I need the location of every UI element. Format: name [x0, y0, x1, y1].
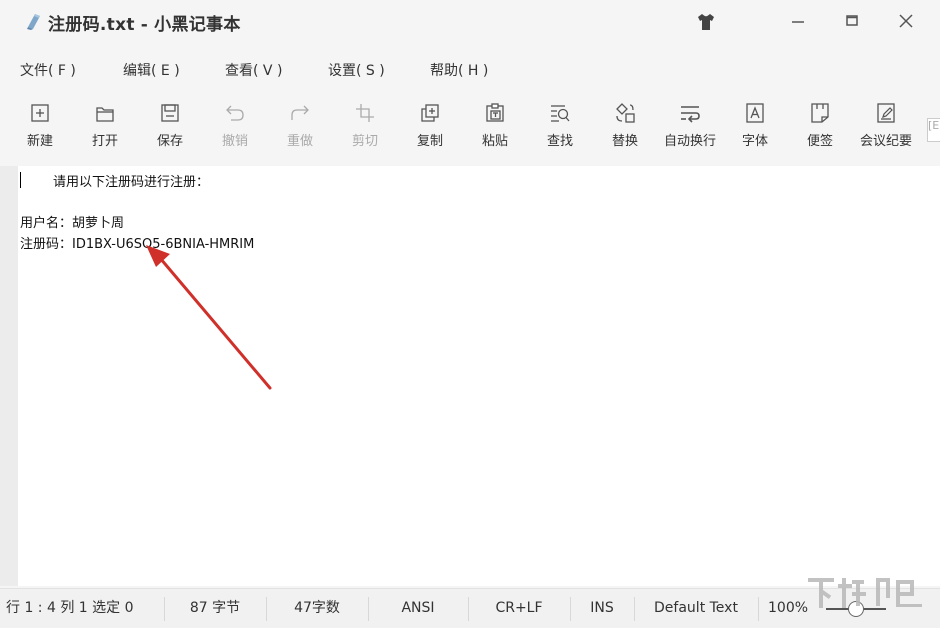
word-wrap-button[interactable]: 自动换行 [656, 102, 724, 158]
save-button[interactable]: 保存 [141, 102, 199, 158]
menu-view[interactable]: 查看( V ) [225, 60, 282, 80]
folder-open-icon [96, 107, 114, 122]
word-wrap-icon [681, 106, 700, 123]
sticky-note-icon [811, 103, 829, 123]
save-button-label: 保存 [156, 134, 183, 149]
font-button[interactable]: 字体 [726, 102, 784, 158]
find-button[interactable]: 查找 [531, 102, 589, 158]
menu-file[interactable]: 文件( F ) [20, 60, 76, 80]
menu-edit[interactable]: 编辑( E ) [123, 60, 180, 80]
title-app-name: 小黑记事本 [154, 15, 241, 35]
toolbar-overflow[interactable]: [E [927, 118, 940, 142]
open-button-label: 打开 [91, 134, 118, 149]
meeting-notes-icon [877, 103, 895, 123]
find-button-label: 查找 [546, 134, 573, 149]
title-filename: 注册码.txt [48, 15, 135, 35]
new-file-icon [31, 104, 49, 122]
meeting-notes-button[interactable]: 会议纪要 [854, 102, 918, 158]
find-icon [551, 105, 570, 122]
copy-button[interactable]: 复制 [401, 102, 459, 158]
window-title: 注册码.txt - 小黑记事本 [48, 10, 241, 35]
save-icon [161, 104, 179, 122]
skin-tshirt-icon[interactable] [694, 10, 718, 34]
notepad-app-icon [27, 14, 40, 30]
status-char-count: 47字数 [294, 600, 340, 616]
sticky-note-button[interactable]: 便签 [791, 102, 849, 158]
maximize-icon[interactable] [838, 8, 866, 34]
new-button[interactable]: 新建 [11, 102, 69, 158]
menu-settings[interactable]: 设置( S ) [328, 60, 385, 80]
paste-icon [486, 103, 504, 122]
new-button-label: 新建 [26, 134, 53, 149]
minimize-icon[interactable] [784, 8, 812, 34]
status-divider [758, 597, 759, 621]
sticky-note-button-label: 便签 [806, 134, 833, 149]
paste-button[interactable]: 粘贴 [466, 102, 524, 158]
crop-cut-icon [356, 104, 374, 122]
document-line-3: 用户名：胡萝卜周 [20, 216, 125, 231]
cut-button[interactable]: 剪切 [336, 102, 394, 158]
paste-button-label: 粘贴 [481, 134, 508, 149]
toolbar: 新建 打开 保存 撤销 重做 剪切 复制 粘贴 查找 替换 自动换行 字体 便签… [0, 98, 940, 162]
text-editor[interactable] [18, 166, 940, 586]
watermark-logo [808, 578, 922, 608]
copy-icon [421, 104, 439, 122]
status-syntax[interactable]: Default Text [635, 589, 757, 628]
status-encoding[interactable]: ANSI [369, 589, 467, 628]
redo-button[interactable]: 重做 [271, 102, 329, 158]
document-line-1: 请用以下注册码进行注册： [20, 175, 210, 190]
close-icon[interactable] [892, 8, 920, 34]
undo-button-label: 撤销 [221, 134, 248, 149]
font-icon [746, 103, 764, 123]
title-separator: - [140, 15, 149, 35]
status-insert-mode[interactable]: INS [571, 589, 633, 628]
status-cursor-position: 行 1 : 4 列 1 选定 0 [6, 600, 134, 616]
menu-help[interactable]: 帮助( H ) [430, 60, 488, 80]
undo-button[interactable]: 撤销 [206, 102, 264, 158]
undo-icon [226, 105, 244, 121]
document-line-4: 注册码：ID1BX-U6SQ5-6BNIA-HMRIM [20, 237, 255, 252]
status-bar: 行 1 : 4 列 1 选定 0 87 字节 47字数 ANSI CR+LF I… [0, 588, 940, 628]
word-wrap-button-label: 自动换行 [663, 134, 716, 149]
menu-bar: 文件( F ) 编辑( E ) 查看( V ) 设置( S ) 帮助( H ) [0, 52, 940, 86]
replace-button-label: 替换 [611, 134, 638, 149]
status-bytes: 87 字节 [189, 600, 241, 616]
copy-button-label: 复制 [416, 134, 443, 149]
meeting-notes-button-label: 会议纪要 [859, 134, 912, 149]
title-bar: 注册码.txt - 小黑记事本 [0, 0, 940, 44]
open-button[interactable]: 打开 [76, 102, 134, 158]
redo-button-label: 重做 [286, 134, 313, 149]
replace-button[interactable]: 替换 [596, 102, 654, 158]
editor-gutter [0, 166, 18, 586]
redo-icon [291, 105, 309, 120]
cut-button-label: 剪切 [351, 134, 378, 149]
status-line-ending[interactable]: CR+LF [469, 589, 569, 628]
replace-icon [616, 103, 635, 123]
font-button-label: 字体 [741, 134, 768, 149]
